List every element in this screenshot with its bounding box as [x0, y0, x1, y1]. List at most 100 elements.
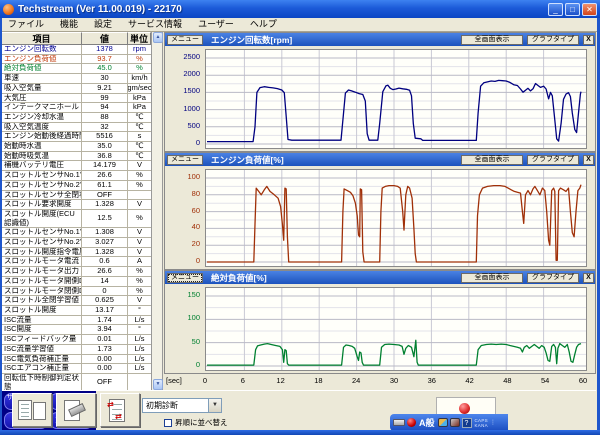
graph-plot-1: 05001000150020002500: [165, 46, 595, 151]
graph-2-menu-button[interactable]: メニュー: [167, 155, 203, 165]
data-list-toolbar-button[interactable]: [12, 393, 52, 427]
table-row[interactable]: スロットルセンサNo.2電圧比61.1%: [2, 181, 151, 191]
table-row[interactable]: ISC流量1.74L/s: [2, 316, 151, 326]
graph-1-close-button[interactable]: X: [583, 35, 594, 45]
maximize-button[interactable]: □: [565, 3, 580, 16]
menu-item-5[interactable]: ヘルプ: [242, 18, 285, 31]
ime-mode-indicator[interactable]: A般: [419, 416, 435, 429]
graph-3-fullscreen-button[interactable]: 全画面表示: [461, 273, 523, 283]
graph-3-menu-button[interactable]: メニュー: [167, 273, 203, 283]
row-item-label: スロットル要求開度: [2, 200, 82, 209]
table-row[interactable]: ISC流量学習値1.73L/s: [2, 345, 151, 355]
table-row[interactable]: ISC開度3.94°: [2, 325, 151, 335]
table-row[interactable]: スロットルセンサNo.1電圧1.308V: [2, 228, 151, 238]
sort-ascending-checkbox[interactable]: 昇順に並べ替え: [164, 417, 228, 428]
menu-item-0[interactable]: ファイル: [0, 18, 52, 31]
table-row[interactable]: スロットルセンサ全閉状態OFF: [2, 191, 151, 201]
row-unit: %: [128, 181, 151, 190]
table-row[interactable]: 回転低下時制御判定状態OFF: [2, 374, 151, 390]
table-row[interactable]: エンジン回転数1378rpm: [2, 45, 151, 55]
table-row[interactable]: エンジン負荷値93.7%: [2, 55, 151, 65]
table-row[interactable]: ISC電気負荷補正量0.00L/s: [2, 355, 151, 365]
row-value: 0.6: [82, 257, 128, 266]
table-row[interactable]: 車速30km/h: [2, 74, 151, 84]
menu-item-2[interactable]: 設定: [86, 18, 120, 31]
checkbox-box[interactable]: [164, 419, 172, 427]
record-toolbar-button[interactable]: [56, 393, 96, 427]
graph-1-graphtype-button[interactable]: グラフタイプ: [527, 35, 579, 45]
table-row[interactable]: 始動時吸気温36.8℃: [2, 152, 151, 162]
table-row[interactable]: スロットルモータ電流0.6A: [2, 257, 151, 267]
table-row[interactable]: スロットルモータ閉側Duty比0%: [2, 287, 151, 297]
menu-item-1[interactable]: 機能: [52, 18, 86, 31]
row-unit: L/s: [128, 364, 151, 373]
help-icon[interactable]: ?: [462, 418, 472, 428]
graph-1-fullscreen-button[interactable]: 全画面表示: [461, 35, 523, 45]
table-row[interactable]: 補機バッテリ電圧14.179V: [2, 161, 151, 171]
row-unit: L/s: [128, 335, 151, 344]
menu-item-4[interactable]: ユーザー: [190, 18, 242, 31]
table-row[interactable]: 始動時水温35.0℃: [2, 142, 151, 152]
menu-item-3[interactable]: サービス情報: [120, 18, 190, 31]
col-header-unit[interactable]: 単位: [128, 32, 151, 45]
table-row[interactable]: 大気圧99kPa: [2, 94, 151, 104]
x-tick-label: 36: [428, 376, 436, 385]
close-button[interactable]: ✕: [582, 3, 597, 16]
col-header-item[interactable]: 項目: [2, 32, 82, 45]
graph-2-close-button[interactable]: X: [583, 155, 594, 165]
x-tick-label: 30: [390, 376, 398, 385]
graph-2-fullscreen-button[interactable]: 全画面表示: [461, 155, 523, 165]
row-unit: rpm: [128, 45, 151, 54]
minimize-button[interactable]: _: [548, 3, 563, 16]
y-tick-label: 1500: [166, 87, 200, 95]
table-row[interactable]: ISCフィードバック量0.01L/s: [2, 335, 151, 345]
table-row[interactable]: スロットル全閉学習値0.625V: [2, 296, 151, 306]
ime-tools-icon[interactable]: [450, 418, 460, 427]
table-row[interactable]: エンジン始動後経過時間5516s: [2, 132, 151, 142]
dropdown-selected-value: 初期診断: [143, 399, 208, 412]
row-item-label: スロットルセンサNo.2電圧比: [2, 181, 82, 190]
chevron-down-icon[interactable]: ▼: [208, 399, 221, 412]
table-row[interactable]: 吸入空気量9.21gm/sec: [2, 84, 151, 94]
row-item-label: ISC開度: [2, 325, 82, 334]
y-tick-label: 80: [166, 190, 200, 198]
table-row[interactable]: インテークマニホールド圧94kPa: [2, 103, 151, 113]
graph-list-toolbar-button[interactable]: ⇄ ⇄: [100, 393, 140, 427]
table-row[interactable]: スロットルモータ開側Duty比14%: [2, 277, 151, 287]
graph-1-menu-button[interactable]: メニュー: [167, 35, 203, 45]
scroll-down-icon[interactable]: ▼: [153, 379, 163, 390]
graph-1-y-labels: 05001000150020002500: [165, 46, 202, 151]
graph-3-close-button[interactable]: X: [583, 273, 594, 283]
ime-status-icon[interactable]: [407, 418, 416, 427]
row-unit: kPa: [128, 103, 151, 112]
table-row[interactable]: スロットルモータ出力26.6%: [2, 267, 151, 277]
table-row[interactable]: スロットル開度(ECU認識値)12.5%: [2, 210, 151, 228]
table-row[interactable]: スロットルセンサNo.2電圧3.027V: [2, 238, 151, 248]
diagnosis-mode-dropdown[interactable]: 初期診断 ▼: [142, 398, 222, 413]
kana-indicator[interactable]: KANA: [475, 423, 488, 428]
y-tick-label: 40: [166, 223, 200, 231]
col-header-value[interactable]: 値: [82, 32, 128, 45]
table-row[interactable]: 絶対負荷値45.0%: [2, 64, 151, 74]
table-scrollbar[interactable]: ▲ ▼: [151, 32, 163, 390]
table-row[interactable]: ISCエアコン補正量0.00L/s: [2, 364, 151, 374]
window-border-left: [0, 18, 2, 435]
table-row[interactable]: 吸入空気温度32℃: [2, 123, 151, 133]
ime-palette-icon[interactable]: [438, 418, 448, 427]
graph-3-graphtype-button[interactable]: グラフタイプ: [527, 273, 579, 283]
row-unit: km/h: [128, 74, 151, 83]
table-row[interactable]: スロットル開度13.17°: [2, 306, 151, 316]
scroll-up-icon[interactable]: ▲: [153, 32, 163, 43]
table-row[interactable]: スロットル要求開度1.328V: [2, 200, 151, 210]
ime-grip-icon[interactable]: ⋮: [490, 420, 496, 426]
row-unit: °: [128, 306, 151, 315]
table-row[interactable]: エンジン冷却水温88℃: [2, 113, 151, 123]
y-tick-label: 0: [166, 139, 200, 147]
keyboard-icon[interactable]: [393, 419, 405, 426]
row-item-label: ISC流量学習値: [2, 345, 82, 354]
x-tick-label: 6: [241, 376, 245, 385]
table-row[interactable]: スロットルセンサNo.1電圧比26.6%: [2, 171, 151, 181]
table-row[interactable]: スロットル開度指令電圧1.328V: [2, 248, 151, 258]
row-value: 26.6: [82, 171, 128, 180]
graph-2-graphtype-button[interactable]: グラフタイプ: [527, 155, 579, 165]
